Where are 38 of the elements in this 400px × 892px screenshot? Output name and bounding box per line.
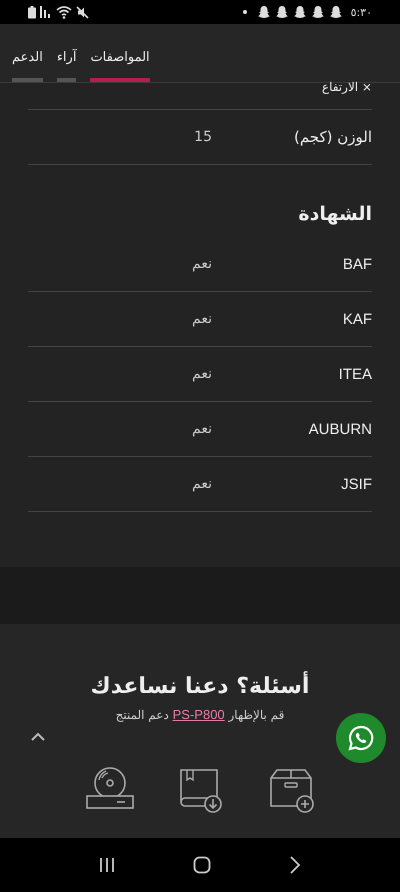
manual-download-icon[interactable]: [177, 766, 225, 814]
ghost-icon: [274, 5, 289, 19]
certification-label: AUBURN: [308, 420, 372, 438]
clock-time: ٥:٣٠: [350, 6, 372, 18]
certification-label: KAF: [342, 310, 372, 328]
certification-value: نعم: [192, 421, 212, 437]
tab[interactable]: آراء: [56, 24, 76, 82]
ghost-icon: [292, 5, 307, 19]
section-heading: الشهادة: [297, 202, 372, 227]
box-add-icon[interactable]: [267, 766, 315, 814]
mute-icon: [76, 6, 89, 18]
ghost-icon: [328, 5, 343, 19]
ghost-icon: [310, 5, 325, 19]
home-icon[interactable]: [193, 856, 211, 874]
notification-dot: [242, 10, 247, 14]
spec-label: × الارتفاع: [320, 81, 372, 93]
chat-phone-icon: [347, 724, 375, 752]
chevron-up-icon[interactable]: [30, 732, 46, 742]
tab[interactable]: الدعم: [12, 24, 43, 82]
certification-value: نعم: [192, 476, 212, 492]
signal-icon: [40, 6, 52, 18]
chat-button[interactable]: [336, 713, 386, 763]
spec-label: الوزن (كجم): [292, 128, 372, 146]
battery-icon: [28, 6, 36, 18]
certification-label: BAF: [342, 256, 372, 272]
certification-label: ITEA: [338, 366, 372, 382]
disc-drive-icon[interactable]: [85, 766, 135, 810]
certification-value: نعم: [192, 366, 212, 382]
product-link[interactable]: PS-P800: [172, 707, 225, 722]
tab[interactable]: المواصفات: [90, 24, 150, 82]
wifi-icon: [56, 6, 72, 18]
spec-value: 15: [194, 129, 212, 145]
recent-apps-icon[interactable]: [99, 857, 115, 873]
back-icon[interactable]: [289, 856, 301, 874]
certification-value: نعم: [192, 256, 212, 272]
ghost-icon: [256, 5, 271, 19]
certification-value: نعم: [192, 311, 212, 327]
certification-label: JSIF: [340, 476, 372, 492]
